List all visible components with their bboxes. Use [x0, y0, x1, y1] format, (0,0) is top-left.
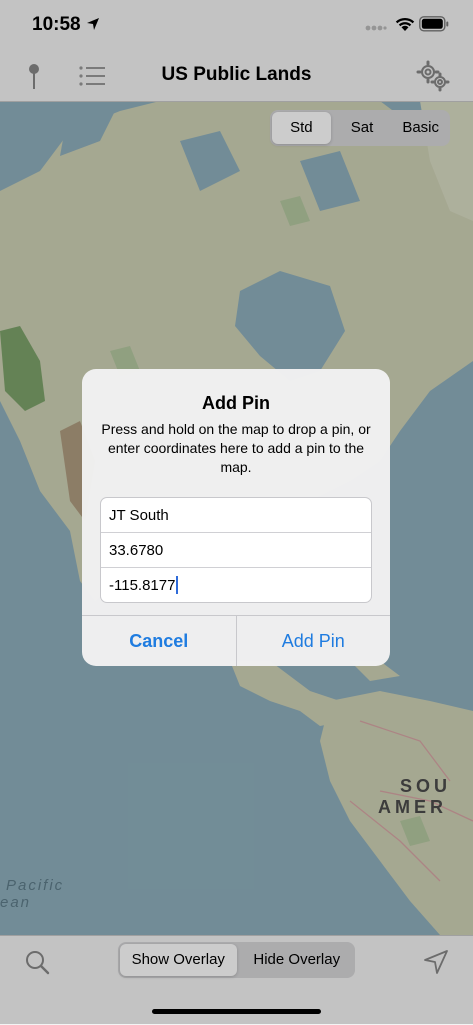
latitude-value: 33.6780	[109, 541, 164, 559]
longitude-value: -115.8177	[109, 576, 176, 594]
dialog-actions: Cancel Add Pin	[82, 615, 390, 666]
dialog-title: Add Pin	[202, 393, 270, 413]
dialog-message: Press and hold on the map to drop a pin,…	[101, 421, 371, 475]
longitude-field[interactable]: -115.8177	[101, 568, 371, 602]
latitude-field[interactable]: 33.6780	[101, 533, 371, 568]
pin-name-field[interactable]: JT South	[101, 498, 371, 533]
add-pin-dialog: Add Pin Press and hold on the map to dro…	[82, 369, 390, 666]
cancel-button[interactable]: Cancel	[82, 616, 237, 666]
text-cursor	[176, 576, 179, 594]
dialog-fields: JT South 33.6780 -115.8177	[100, 497, 372, 603]
add-pin-button[interactable]: Add Pin	[237, 616, 391, 666]
pin-name-value: JT South	[109, 506, 169, 524]
